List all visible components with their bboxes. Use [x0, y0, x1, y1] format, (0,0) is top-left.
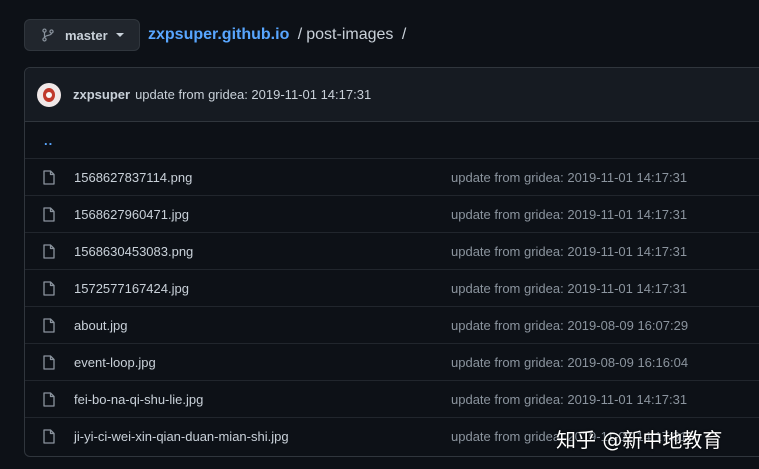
branch-select-button[interactable]: master: [24, 19, 140, 51]
breadcrumb-trailing-separator: /: [401, 26, 407, 43]
breadcrumb-current-folder: post-images: [306, 26, 394, 43]
file-icon: [43, 318, 55, 333]
watermark-text: 知乎 @新中地教育: [556, 428, 723, 452]
file-list-box: zxpsuper update from gridea: 2019-11-01 …: [24, 67, 759, 457]
branch-label: master: [65, 27, 108, 43]
latest-commit-header: zxpsuper update from gridea: 2019-11-01 …: [25, 68, 759, 122]
file-commit-message-link[interactable]: update from gridea: 2019-11-01 14:17:31: [451, 170, 687, 185]
file-row[interactable]: event-loop.jpg update from gridea: 2019-0…: [25, 344, 759, 381]
commit-author-link[interactable]: zxpsuper: [73, 87, 130, 102]
parent-directory-row[interactable]: ..: [25, 122, 759, 159]
avatar[interactable]: [37, 82, 61, 107]
file-name-link[interactable]: 1572577167424.jpg: [74, 281, 189, 296]
file-commit-message-link[interactable]: update from gridea: 2019-11-01 14:17:31: [451, 281, 687, 296]
file-name-link[interactable]: 1568627837114.png: [74, 170, 192, 185]
file-icon: [43, 429, 55, 444]
file-icon: [43, 207, 55, 222]
file-row[interactable]: 1572577167424.jpg update from gridea: 201…: [25, 270, 759, 307]
file-icon: [43, 281, 55, 296]
file-commit-message-link[interactable]: update from gridea: 2019-08-09 16:07:29: [451, 318, 688, 333]
file-name-link[interactable]: 1568627960471.jpg: [74, 207, 189, 222]
git-branch-icon: [42, 28, 54, 42]
file-icon: [43, 244, 55, 259]
file-row[interactable]: 1568630453083.png update from gridea: 201…: [25, 233, 759, 270]
file-name-link[interactable]: fei-bo-na-qi-shu-lie.jpg: [74, 392, 203, 407]
file-commit-message-link[interactable]: update from gridea: 2019-11-01 14:17:31: [451, 207, 687, 222]
file-name-link[interactable]: about.jpg: [74, 318, 128, 333]
file-commit-message-link[interactable]: update from gridea: 2019-11-01 14:17:31: [451, 244, 687, 259]
file-commit-message-link[interactable]: update from gridea: 2019-11-01 14:17:31: [451, 392, 687, 407]
commit-message-link[interactable]: update from gridea: 2019-11-01 14:17:31: [135, 87, 371, 102]
breadcrumb-repo-link[interactable]: zxpsuper.github.io: [148, 26, 289, 43]
file-row[interactable]: 1568627960471.jpg update from gridea: 201…: [25, 196, 759, 233]
caret-down-icon: [115, 33, 124, 37]
file-commit-message-link[interactable]: update from gridea: 2019-08-09 16:16:04: [451, 355, 688, 370]
file-icon: [43, 355, 55, 370]
file-name-link[interactable]: ji-yi-ci-wei-xin-qian-duan-mian-shi.jpg: [74, 429, 289, 444]
file-name-link[interactable]: event-loop.jpg: [74, 355, 156, 370]
parent-directory-link[interactable]: ..: [44, 133, 53, 148]
repo-file-browser: master zxpsuper.github.io / post-images /…: [0, 0, 759, 469]
breadcrumb: zxpsuper.github.io / post-images /: [148, 25, 410, 45]
file-name-link[interactable]: 1568630453083.png: [74, 244, 193, 259]
breadcrumb-separator: /: [297, 26, 303, 43]
file-icon: [43, 170, 55, 185]
file-icon: [43, 392, 55, 407]
file-rows: 1568627837114.png update from gridea: 201…: [25, 159, 759, 455]
file-row[interactable]: fei-bo-na-qi-shu-lie.jpg update from grid…: [25, 381, 759, 418]
file-row[interactable]: about.jpg update from gridea: 2019-08-09 …: [25, 307, 759, 344]
file-row[interactable]: 1568627837114.png update from gridea: 201…: [25, 159, 759, 196]
